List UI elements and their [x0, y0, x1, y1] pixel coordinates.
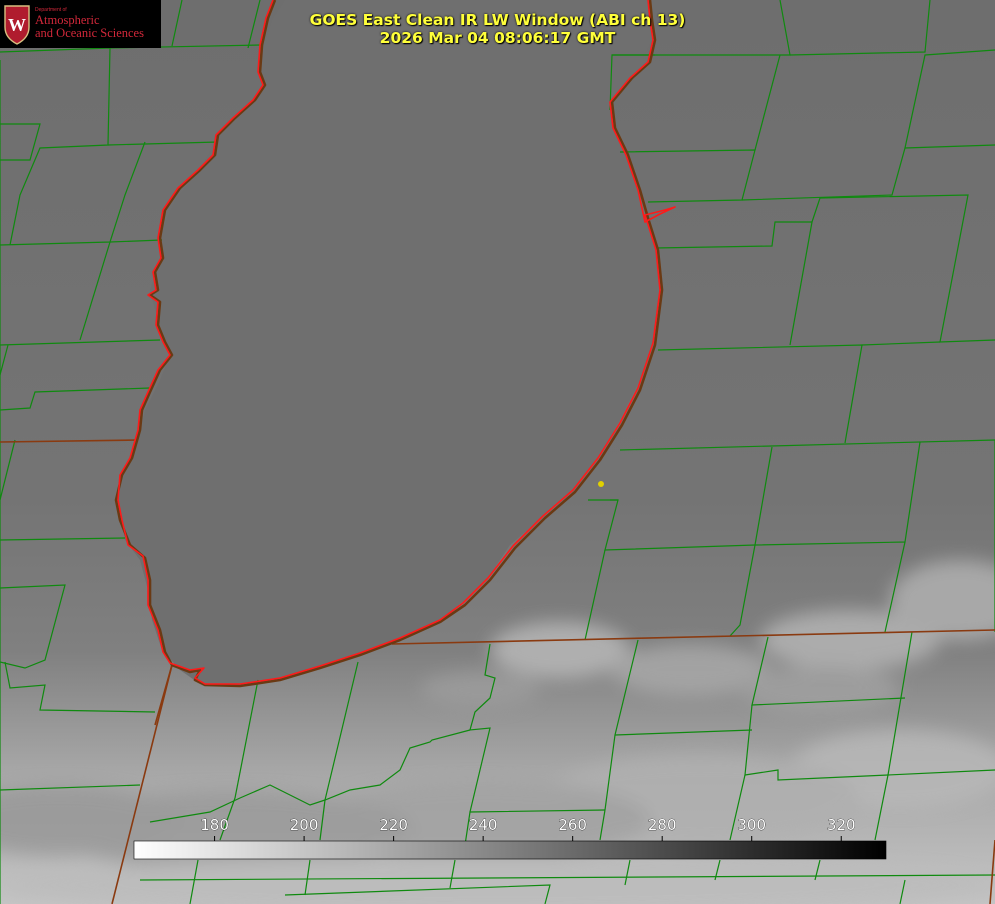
colorbar-tick-label: 240	[469, 816, 498, 834]
title-timestamp: 2026 Mar 04 08:06:17 GMT	[379, 29, 616, 47]
station-dot-icon	[598, 481, 604, 487]
image-title: GOES East Clean IR LW Window (ABI ch 13)…	[0, 11, 995, 47]
colorbar-tick-label: 320	[827, 816, 856, 834]
colorbar-tick-label: 220	[379, 816, 408, 834]
colorbar-tick-label: 300	[737, 816, 766, 834]
satellite-map: 180 200 220 240 260 280 300 320	[0, 0, 995, 904]
colorbar-bar	[133, 840, 887, 860]
colorbar-tick-label: 180	[200, 816, 229, 834]
colorbar-tick-label: 260	[558, 816, 587, 834]
colorbar-tick-label: 280	[648, 816, 677, 834]
title-line-1: GOES East Clean IR LW Window (ABI ch 13)	[309, 11, 686, 29]
colorbar-tick-label: 200	[290, 816, 319, 834]
